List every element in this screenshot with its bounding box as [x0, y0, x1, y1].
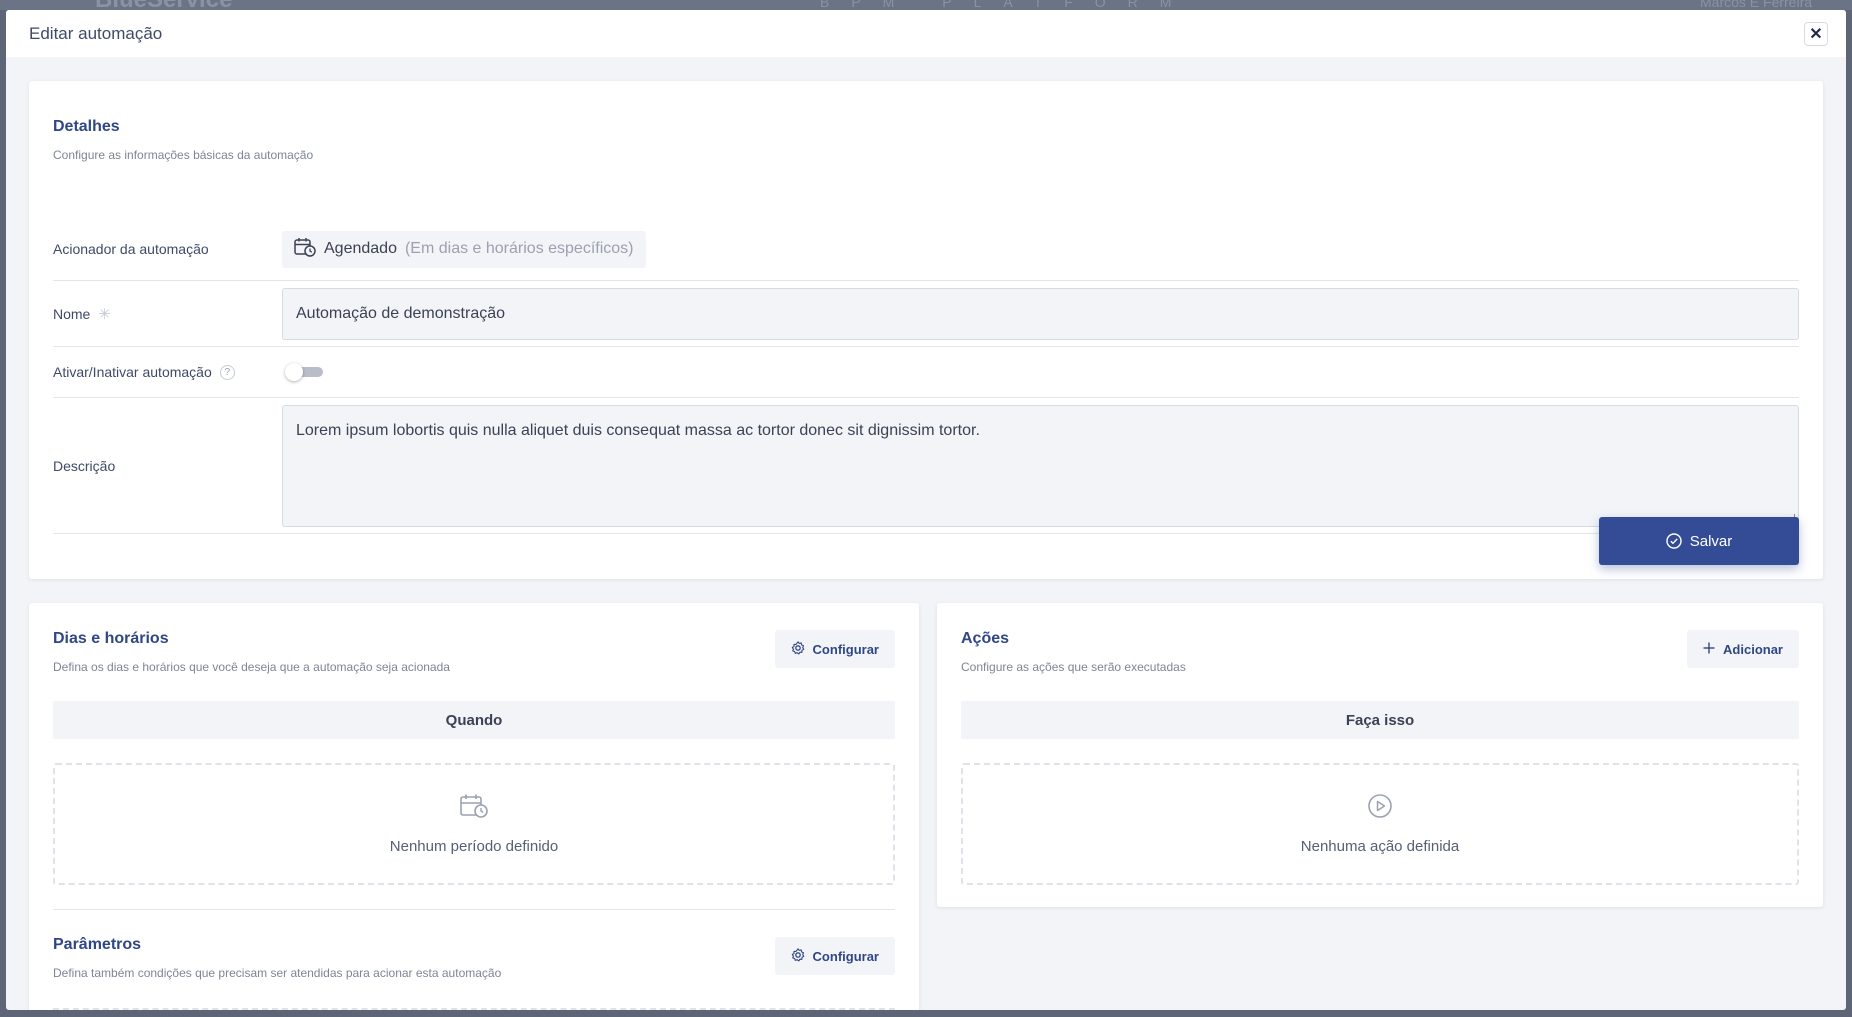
gear-icon [791, 947, 805, 965]
configure-label: Configurar [812, 948, 879, 964]
toggle-row: Ativar/Inativar automação ? [53, 347, 1799, 398]
help-icon[interactable]: ? [219, 364, 235, 380]
trigger-label: Acionador da automação [53, 241, 209, 257]
details-title: Detalhes [53, 118, 120, 135]
trigger-chip[interactable]: Agendado (Em dias e horários específicos… [282, 230, 646, 268]
configure-label: Configurar [812, 641, 879, 657]
modal-title: Editar automação [29, 23, 163, 43]
description-textarea[interactable]: Lorem ipsum lobortis quis nulla aliquet … [282, 404, 1799, 527]
actions-subtitle: Configure as ações que serão executadas [961, 660, 1186, 674]
actions-empty-text: Nenhuma ação definida [1300, 838, 1460, 855]
check-circle-icon [1666, 533, 1682, 549]
app-logo: BlueService [95, 0, 232, 10]
schedule-header: Dias e horários Defina os dias e horário… [53, 603, 895, 701]
do-this-bar: Faça isso [961, 701, 1799, 739]
params-header: Parâmetros Defina também condições que p… [53, 910, 895, 1008]
save-button[interactable]: Salvar [1599, 517, 1799, 565]
close-button[interactable]: ✕ [1804, 21, 1828, 46]
gear-icon [791, 640, 805, 658]
plus-icon [1703, 642, 1715, 657]
user-name: Marcos E Ferreira [1700, 0, 1813, 10]
actions-header: Ações Configure as ações que serão execu… [961, 603, 1799, 701]
calendar-clock-icon [294, 237, 316, 262]
params-title: Parâmetros [53, 936, 142, 953]
trigger-hint: (Em dias e horários específicos) [404, 240, 634, 257]
toggle-knob [285, 363, 303, 381]
app-header-backdrop: BlueService BPM PLATFORM Marcos E Ferrei… [0, 0, 1852, 10]
edit-automation-modal: Editar automação ✕ Detalhes Configure as… [6, 10, 1846, 1010]
name-label-wrap: Nome ✳ [53, 305, 282, 323]
configure-schedule-button[interactable]: Configurar [774, 630, 895, 668]
schedule-empty-state: Nenhum período definido [53, 763, 895, 885]
actions-card: Ações Configure as ações que serão execu… [937, 603, 1823, 907]
trigger-row: Acionador da automação Agendado (Em dias… [53, 224, 1799, 281]
add-label: Adicionar [1723, 641, 1783, 657]
description-row: Descrição Lorem ipsum lobortis quis null… [53, 398, 1799, 534]
configure-params-button[interactable]: Configurar [774, 937, 895, 975]
schedule-card: Dias e horários Defina os dias e horário… [29, 603, 919, 1010]
actions-title: Ações [961, 630, 1010, 647]
modal-header: Editar automação ✕ [6, 10, 1846, 57]
schedule-empty-text: Nenhum período definido [389, 838, 559, 855]
trigger-value: Agendado [324, 240, 397, 257]
required-icon: ✳ [98, 305, 111, 323]
params-subtitle: Defina também condições que precisam ser… [53, 966, 502, 980]
details-subtitle: Configure as informações básicas da auto… [53, 148, 314, 162]
details-header: Detalhes Configure as informações básica… [53, 81, 1799, 224]
play-circle-icon [1367, 793, 1393, 824]
when-bar: Quando [53, 701, 895, 739]
close-icon: ✕ [1809, 25, 1823, 43]
description-label: Descrição [53, 457, 116, 474]
name-label: Nome [53, 305, 91, 322]
calendar-clock-icon [459, 793, 489, 824]
add-action-button[interactable]: Adicionar [1687, 630, 1799, 668]
params-empty-state [53, 1008, 895, 1010]
name-row: Nome ✳ Automação de demonstração [53, 281, 1799, 347]
actions-empty-state: Nenhuma ação definida [961, 763, 1799, 885]
toggle-label: Ativar/Inativar automação [53, 364, 212, 380]
platform-label: BPM PLATFORM [820, 0, 1194, 10]
schedule-title: Dias e horários [53, 630, 169, 647]
save-label: Salvar [1689, 532, 1733, 550]
active-toggle[interactable] [285, 363, 323, 381]
name-input[interactable]: Automação de demonstração [282, 287, 1799, 340]
description-text: Lorem ipsum lobortis quis nulla aliquet … [296, 421, 980, 439]
toggle-label-wrap: Ativar/Inativar automação ? [53, 364, 282, 380]
details-card: Detalhes Configure as informações básica… [29, 81, 1823, 579]
schedule-subtitle: Defina os dias e horários que você desej… [53, 660, 450, 674]
